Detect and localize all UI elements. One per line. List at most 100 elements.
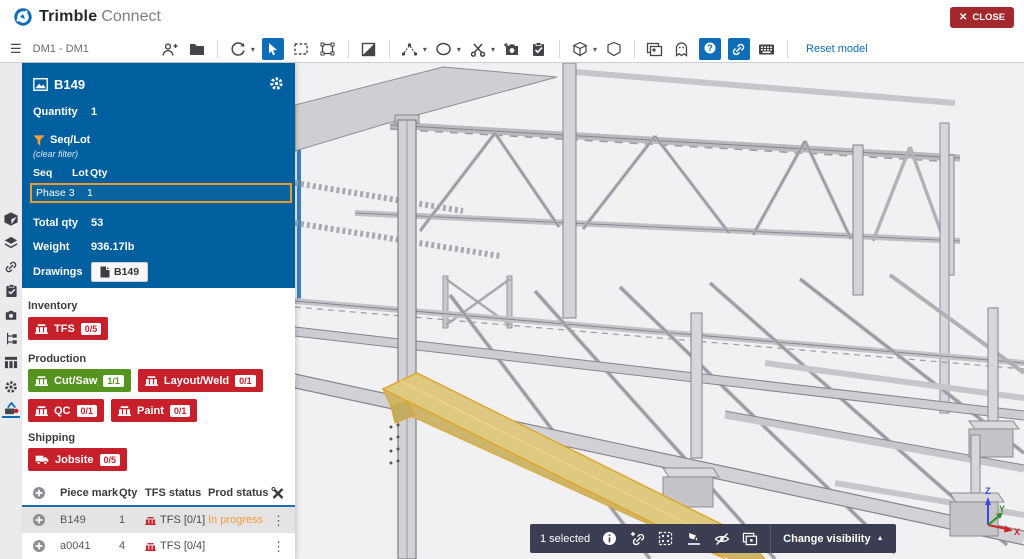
close-button[interactable]: ✕ CLOSE (950, 7, 1014, 28)
row-menu-kebab-icon[interactable]: ⋮ (272, 514, 285, 527)
view-cube-caret-icon[interactable]: ▾ (593, 45, 597, 54)
folder-icon[interactable] (187, 39, 207, 59)
clip-plane-scissors-icon[interactable] (468, 39, 488, 59)
views-camera-icon[interactable] (2, 307, 20, 322)
col-prod-status[interactable]: Prod status (208, 487, 270, 499)
paint-count-badge: 0/1 (169, 404, 191, 417)
qc-status-button[interactable]: QC 0/1 (28, 399, 105, 422)
selection-count: 1 selected (540, 532, 591, 545)
piece-details-panel: B149 Quantity 1 Seq/Lot (clear filter) S… (22, 63, 295, 559)
cell-piece-mark: B149 (60, 514, 86, 526)
ghost-mode-icon[interactable] (672, 39, 692, 59)
weight-value: 936.17lb (91, 241, 135, 253)
row-menu-kebab-icon[interactable]: ⋮ (272, 540, 285, 553)
pointer-select-button[interactable] (261, 38, 284, 60)
col-tfs-status[interactable]: TFS status (145, 487, 208, 499)
gizmo-y-label: Y (999, 504, 1005, 514)
panel-settings-gear-icon[interactable] (269, 76, 285, 92)
project-breadcrumb[interactable]: DM1 - DM1 (33, 43, 89, 55)
table-row-a0041[interactable]: a0041 4 TFS [0/4] ⋮ (22, 533, 295, 559)
wireframe-cube-icon[interactable] (604, 39, 624, 59)
col-piece-mark[interactable]: Piece mark (60, 487, 119, 499)
info-icon[interactable] (601, 530, 618, 547)
machine-icon (145, 376, 158, 386)
layers-icon[interactable] (2, 235, 20, 250)
table-tools-icon[interactable] (271, 486, 285, 500)
snapshot-camera-icon[interactable] (502, 39, 522, 59)
tfs-count-badge: 0/5 (80, 322, 102, 335)
total-qty-value: 53 (91, 217, 104, 229)
layout-weld-status-button[interactable]: Layout/Weld 0/1 (137, 369, 263, 392)
quantity-label: Quantity (33, 106, 78, 118)
paint-color-icon[interactable] (685, 530, 702, 547)
toolbar-divider (216, 40, 218, 58)
document-icon (100, 266, 110, 278)
overlay-views-icon[interactable] (645, 39, 665, 59)
trimble-logo-icon (14, 8, 32, 26)
piece-title: B149 (54, 76, 86, 92)
seq-row-qty: 1 (87, 187, 93, 199)
cut-saw-status-button[interactable]: Cut/Saw 1/1 (28, 369, 131, 392)
col-qty[interactable]: Qty (119, 487, 145, 499)
measure-caret-icon[interactable]: ▾ (423, 45, 427, 54)
production-section-label: Production (28, 353, 87, 365)
status-section: Inventory TFS 0/5 Production Cut/Saw 1/1… (22, 300, 295, 559)
total-qty-label: Total qty (33, 217, 79, 229)
markup-shape-icon[interactable] (434, 39, 454, 59)
hide-eye-off-icon[interactable] (713, 530, 730, 547)
machine-icon-red (145, 516, 156, 525)
seq-row-name: Phase 3 (36, 187, 75, 199)
measure-icon[interactable] (400, 39, 420, 59)
expand-row-icon[interactable] (32, 513, 60, 527)
add-collaborator-icon[interactable] (160, 39, 180, 59)
clip-caret-icon[interactable]: ▾ (491, 45, 495, 54)
production-status-app-icon[interactable] (2, 402, 20, 418)
qc-label: QC (54, 404, 71, 417)
markup-save-icon[interactable] (529, 39, 549, 59)
orbit-icon[interactable] (228, 39, 248, 59)
tfs-status-button[interactable]: TFS 0/5 (28, 317, 109, 340)
filter-funnel-icon (33, 134, 45, 146)
menu-icon[interactable]: ☰ (10, 41, 22, 57)
settings-gear-icon[interactable] (2, 379, 20, 394)
cell-prod-status: In progress (208, 514, 264, 526)
todo-clipboard-icon[interactable] (2, 283, 20, 298)
cell-qty: 4 (119, 540, 126, 552)
isolate-selection-icon[interactable] (657, 530, 674, 547)
drawing-b149-button[interactable]: B149 (91, 262, 149, 282)
axis-gizmo[interactable]: Z X Y (955, 483, 1024, 557)
property-table-icon[interactable] (2, 355, 20, 370)
expand-row-icon[interactable] (32, 539, 60, 553)
invert-selection-icon[interactable] (359, 39, 379, 59)
hierarchy-tree-icon[interactable] (2, 331, 20, 346)
jobsite-status-button[interactable]: Jobsite 0/5 (28, 448, 128, 471)
marquee-select-icon[interactable] (291, 39, 311, 59)
transform-select-icon[interactable] (318, 39, 338, 59)
table-row-b149[interactable]: B149 1 TFS [0/1] In progress ⋮ (22, 507, 295, 533)
expand-all-icon[interactable] (32, 486, 60, 500)
inventory-section-label: Inventory (28, 300, 78, 312)
cell-tfs-status: TFS [0/4] (160, 540, 206, 552)
overlay-state-icon[interactable] (741, 530, 758, 547)
3d-viewport-model[interactable] (295, 63, 1024, 559)
add-link-icon[interactable] (629, 530, 646, 547)
paint-status-button[interactable]: Paint 0/1 (111, 399, 198, 422)
selection-bar-divider (770, 524, 772, 553)
markup-caret-icon[interactable]: ▾ (457, 45, 461, 54)
cell-tfs-status: TFS [0/1] (160, 514, 206, 526)
clear-filter-link[interactable]: (clear filter) (33, 149, 285, 159)
reset-model-link[interactable]: Reset model (806, 43, 868, 55)
trimble-connect-window: Trimble Connect ✕ CLOSE ☰ DM1 - DM1 ▾ ▾ … (0, 0, 1024, 559)
drawings-label: Drawings (33, 266, 83, 278)
keyboard-shortcuts-icon[interactable] (757, 39, 777, 59)
paint-label: Paint (137, 404, 164, 417)
seq-row-phase3[interactable]: Phase 3 1 (30, 183, 292, 203)
models-cube-icon[interactable] (2, 211, 20, 226)
piece-table-header: Piece mark Qty TFS status Prod status (22, 481, 295, 505)
poi-help-button[interactable]: ? (698, 38, 721, 60)
view-cube-icon[interactable] (570, 39, 590, 59)
change-visibility-button[interactable]: Change visibility ▲ (783, 533, 885, 545)
links-icon[interactable] (2, 259, 20, 274)
orbit-caret-icon[interactable]: ▾ (251, 45, 255, 54)
links-active-button[interactable] (727, 38, 750, 60)
